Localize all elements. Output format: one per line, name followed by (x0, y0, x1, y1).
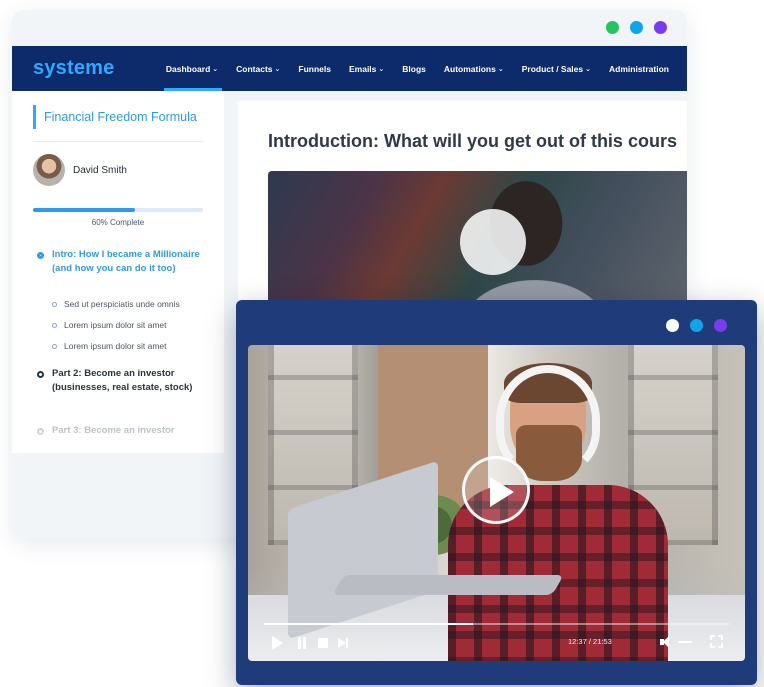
course-sidebar: Financial Freedom Formula David Smith 60… (12, 91, 224, 453)
next-icon[interactable] (338, 637, 350, 649)
lesson-item-part-2[interactable]: Part 2: Become an investor (businesses, … (37, 367, 202, 395)
play-icon[interactable] (460, 209, 526, 275)
chevron-down-icon: ⌄ (585, 65, 592, 73)
list-fade (12, 429, 224, 453)
fullscreen-icon[interactable] (710, 635, 723, 648)
video-frame[interactable]: 12:37 / 21:53 (248, 345, 745, 661)
stop-icon[interactable] (318, 638, 328, 648)
window-dot-blue[interactable] (630, 21, 643, 34)
nav-item-administration[interactable]: Administration (609, 46, 669, 91)
player-controls: 12:37 / 21:53 (248, 621, 745, 661)
sub-lesson-item[interactable]: Lorem ipsum dolor sit amet (52, 320, 167, 330)
sub-lesson-bullet-icon (52, 322, 57, 328)
progress-fill (33, 208, 135, 212)
window-dot-purple[interactable] (654, 21, 667, 34)
window-controls (666, 319, 727, 332)
systeme-logo[interactable]: systeme (33, 57, 166, 80)
chevron-down-icon: ⌄ (274, 65, 281, 73)
avatar (33, 154, 65, 186)
sub-lesson-item[interactable]: Sed ut perspiciatis unde omnis (52, 299, 180, 309)
lesson-item-intro[interactable]: Intro: How I became a Millionaire (and h… (37, 248, 212, 276)
chevron-down-icon: ⌄ (497, 65, 504, 73)
lesson-bullet-icon (37, 371, 44, 378)
window-dot-purple[interactable] (714, 319, 727, 332)
laptop-base-illustration (332, 575, 564, 595)
nav-menu: Dashboard ⌄ Contacts ⌄ Funnels Emails ⌄ Blo… (163, 46, 687, 91)
seek-bar[interactable] (264, 623, 729, 625)
nav-item-automations[interactable]: Automations ⌄ (444, 46, 504, 91)
chevron-down-icon: ⌄ (378, 65, 385, 73)
video-player-window: 12:37 / 21:53 (236, 300, 757, 685)
headphones-illustration (496, 365, 600, 475)
chevron-down-icon: ⌄ (212, 65, 219, 73)
nav-item-product-sales[interactable]: Product / Sales ⌄ (522, 46, 591, 91)
top-navbar: systeme Dashboard ⌄ Contacts ⌄ Funnels Ema… (12, 46, 687, 91)
window-dot-blue[interactable] (690, 319, 703, 332)
progress-label: 60% Complete (91, 218, 145, 227)
window-dot-green[interactable] (606, 21, 619, 34)
sub-lesson-bullet-icon (52, 343, 57, 349)
big-play-button[interactable] (462, 456, 530, 524)
time-readout: 12:37 / 21:53 (568, 637, 612, 646)
progress-bar (33, 208, 203, 212)
seek-bar-fill (264, 623, 474, 625)
sub-lesson-bullet-icon (52, 301, 57, 307)
pause-icon[interactable] (298, 637, 306, 649)
volume-slider[interactable] (678, 641, 692, 643)
volume-icon[interactable] (660, 636, 674, 648)
lesson-bullet-icon (37, 252, 44, 259)
divider (33, 141, 203, 142)
course-title: Financial Freedom Formula (33, 105, 197, 129)
author-name: David Smith (73, 164, 127, 176)
nav-item-funnels[interactable]: Funnels (298, 46, 331, 91)
nav-item-dashboard[interactable]: Dashboard ⌄ (163, 46, 223, 91)
play-icon (490, 477, 514, 507)
nav-item-contacts[interactable]: Contacts ⌄ (236, 46, 280, 91)
sub-lesson-item[interactable]: Lorem ipsum dolor sit amet (52, 341, 167, 351)
window-dot-white[interactable] (666, 319, 679, 332)
main-content: Introduction: What will you get out of t… (238, 101, 687, 301)
window-controls (606, 21, 667, 34)
nav-item-emails[interactable]: Emails ⌄ (349, 46, 384, 91)
author: David Smith (33, 154, 127, 186)
page-title: Introduction: What will you get out of t… (268, 131, 677, 151)
stage: systeme Dashboard ⌄ Contacts ⌄ Funnels Ema… (0, 0, 764, 687)
play-icon[interactable] (272, 636, 283, 650)
nav-item-blogs[interactable]: Blogs (402, 46, 426, 91)
